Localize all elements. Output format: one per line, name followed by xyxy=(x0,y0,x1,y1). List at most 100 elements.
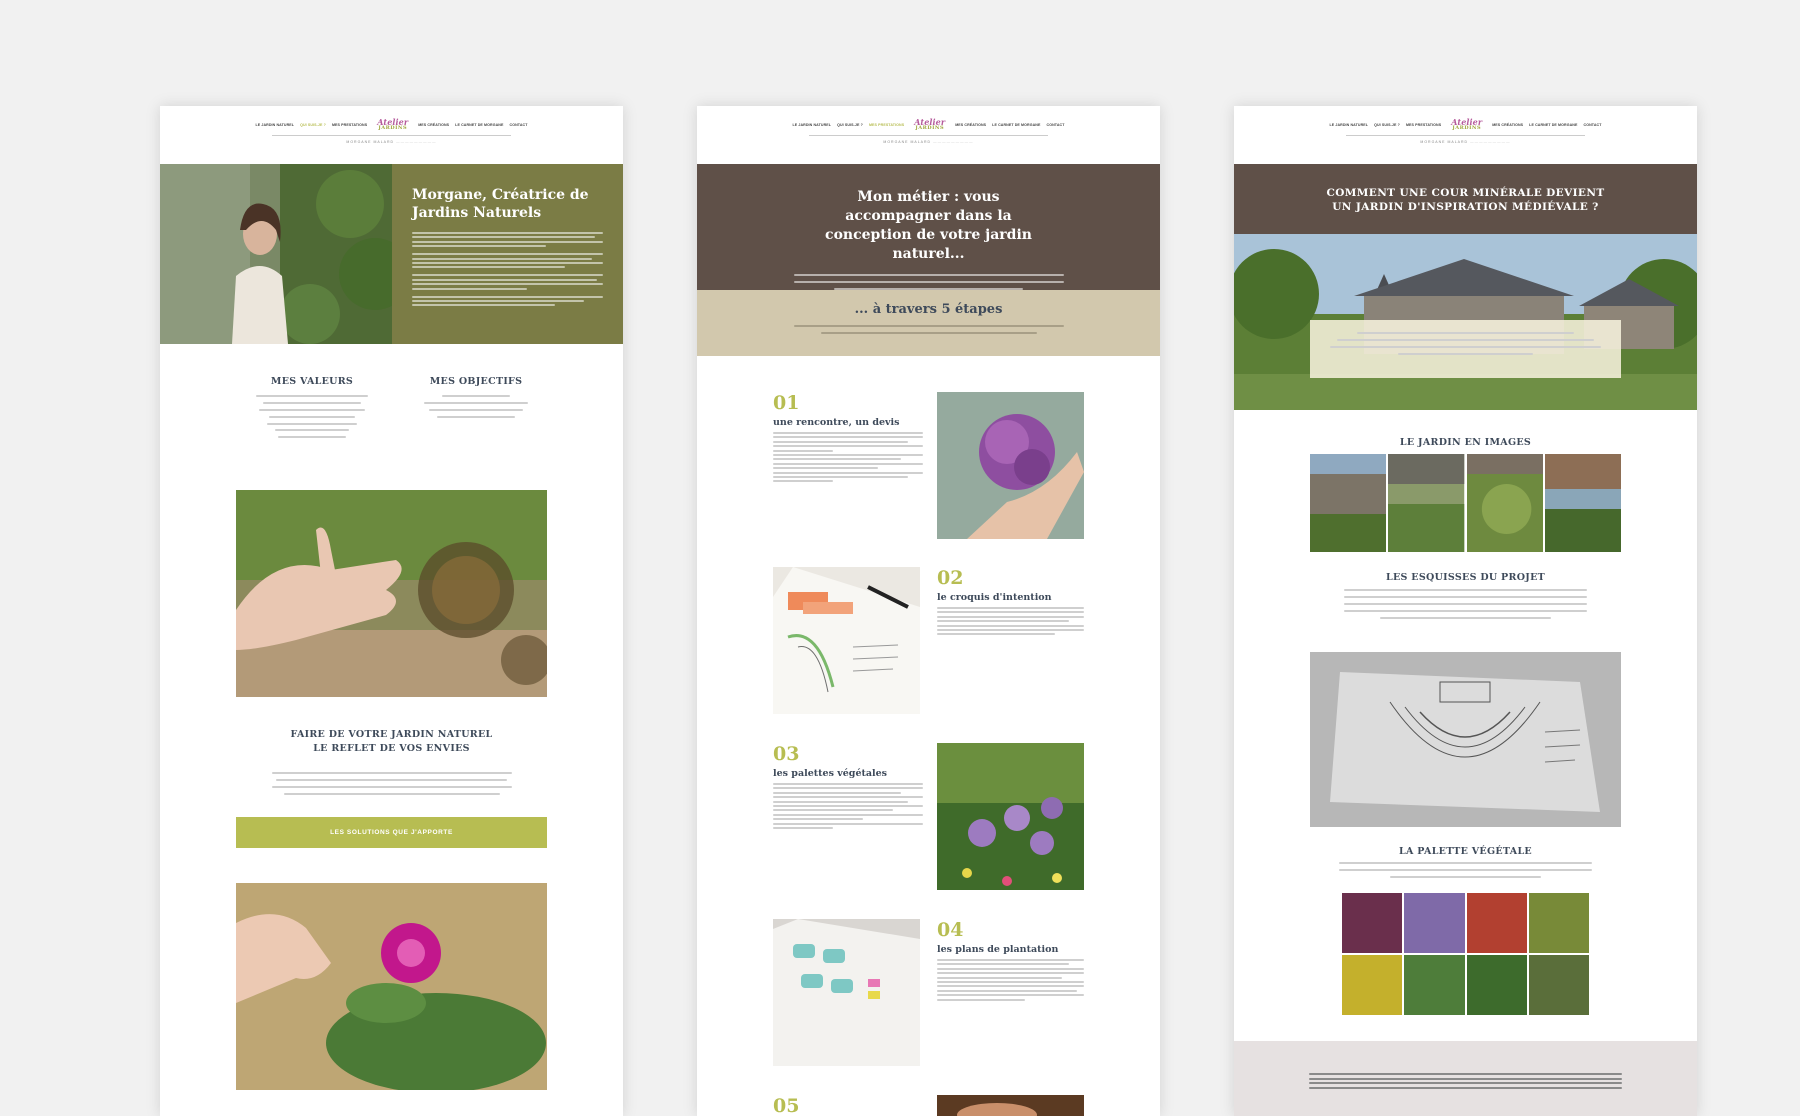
rose-hand-photo xyxy=(236,883,547,1090)
step-number: 01 xyxy=(773,392,800,414)
sketches-heading: LES ESQUISSES DU PROJET xyxy=(1386,572,1545,583)
subtitle-name: MORGANE MALARD xyxy=(346,140,395,144)
nav-link-contact[interactable]: CONTACT xyxy=(1584,123,1602,127)
sketch-photo xyxy=(773,567,920,714)
portrait-photo xyxy=(160,164,392,344)
subtitle-name: MORGANE MALARD xyxy=(1420,140,1469,144)
plant-thumb[interactable] xyxy=(1342,893,1403,953)
solutions-button[interactable]: LES SOLUTIONS QUE J'APPORTE xyxy=(236,817,547,848)
hero-text-panel: Morgane, Créatrice de Jardins Naturels xyxy=(392,164,623,344)
values-list xyxy=(256,393,368,440)
hero-paragraph xyxy=(412,232,603,307)
plant-thumb[interactable] xyxy=(1404,955,1465,1015)
nav-link-prestations[interactable]: MES PRESTATIONS xyxy=(869,123,904,127)
site-logo[interactable]: Atelier JARDINS xyxy=(377,118,408,131)
reflection-section: FAIRE DE VOTRE JARDIN NATUREL LE REFLET … xyxy=(160,729,623,797)
objectives-block: MES OBJECTIFS xyxy=(420,376,532,420)
project-hero-title: COMMENT UNE COUR MINÉRALE DEVIENT UN JAR… xyxy=(1326,187,1605,213)
logo-word: JARDINS xyxy=(915,125,945,131)
site-header: LE JARDIN NATUREL QUI SUIS-JE ? MES PRES… xyxy=(1234,106,1697,164)
objectives-list xyxy=(420,393,532,420)
step-04: 04 les plans de plantation xyxy=(937,919,1084,1003)
plant-thumb[interactable] xyxy=(1466,893,1527,953)
site-logo[interactable]: Atelier JARDINS xyxy=(1451,118,1482,131)
nav-divider xyxy=(809,135,1048,136)
nav-link-creations[interactable]: MES CRÉATIONS xyxy=(418,123,449,127)
logo-word: JARDINS xyxy=(1452,125,1482,131)
nav-link-qui-suis-je[interactable]: QUI SUIS-JE ? xyxy=(837,123,863,127)
nav-link-prestations[interactable]: MES PRESTATIONS xyxy=(1406,123,1441,127)
logo-word: JARDINS xyxy=(378,125,408,131)
nav-link-qui-suis-je[interactable]: QUI SUIS-JE ? xyxy=(1374,123,1400,127)
gallery-heading: LE JARDIN EN IMAGES xyxy=(1399,437,1532,448)
step-text xyxy=(773,432,923,483)
palette-heading: LA PALETTE VÉGÉTALE xyxy=(1399,846,1532,857)
step-number: 02 xyxy=(937,567,964,589)
sketches-text xyxy=(1344,587,1587,621)
page-preview-project: LE JARDIN NATUREL QUI SUIS-JE ? MES PRES… xyxy=(1234,106,1697,1116)
gallery-thumb[interactable] xyxy=(1310,454,1387,552)
step-02: 02 le croquis d'intention xyxy=(937,567,1084,638)
nav-link-creations[interactable]: MES CRÉATIONS xyxy=(1492,123,1523,127)
nav-link-contact[interactable]: CONTACT xyxy=(1047,123,1065,127)
plant-thumb[interactable] xyxy=(1466,955,1527,1015)
nav-link-prestations[interactable]: MES PRESTATIONS xyxy=(332,123,367,127)
seedhead-hand-photo xyxy=(236,490,547,697)
step-title: les plans de plantation xyxy=(937,944,1059,955)
page-preview-services: LE JARDIN NATUREL QUI SUIS-JE ? MES PRES… xyxy=(697,106,1160,1116)
plant-thumb[interactable] xyxy=(1528,955,1589,1015)
gallery-strip xyxy=(1310,454,1621,552)
step-text xyxy=(773,783,923,829)
values-heading: MES VALEURS xyxy=(270,376,354,387)
gallery-thumb[interactable] xyxy=(1466,454,1543,552)
plant-thumb[interactable] xyxy=(1528,893,1589,953)
nav-link-carnet[interactable]: LE CARNET DE MORGANE xyxy=(1529,123,1577,127)
hero-title: Morgane, Créatrice de Jardins Naturels xyxy=(412,187,589,221)
project-hero-band: COMMENT UNE COUR MINÉRALE DEVIENT UN JAR… xyxy=(1234,164,1697,234)
site-subtitle: MORGANE MALARD ————————— xyxy=(1420,140,1511,144)
steps-intro-band: ... à travers 5 étapes xyxy=(697,290,1160,356)
plant-palette-grid xyxy=(1342,893,1589,1015)
project-intro-overlay xyxy=(1310,320,1621,378)
nav-link-carnet[interactable]: LE CARNET DE MORGANE xyxy=(455,123,503,127)
site-header: LE JARDIN NATUREL QUI SUIS-JE ? MES PRES… xyxy=(697,106,1160,164)
allium-photo xyxy=(937,743,1084,890)
step-03: 03 les palettes végétales xyxy=(773,743,923,831)
reflection-heading-line2: LE REFLET DE VOS ENVIES xyxy=(313,743,470,754)
nav-link-qui-suis-je[interactable]: QUI SUIS-JE ? xyxy=(300,123,326,127)
reflection-paragraph xyxy=(271,770,512,797)
nav-link-jardin-naturel[interactable]: LE JARDIN NATUREL xyxy=(1329,123,1368,127)
page-preview-about: LE JARDIN NATUREL QUI SUIS-JE ? MES PRES… xyxy=(160,106,623,1116)
services-hero: Mon métier : vous accompagner dans la co… xyxy=(697,164,1160,290)
palette-text xyxy=(1339,860,1592,880)
main-nav: LE JARDIN NATUREL QUI SUIS-JE ? MES PRES… xyxy=(1234,118,1697,131)
plant-thumb[interactable] xyxy=(1342,955,1403,1015)
step-01: 01 une rencontre, un devis xyxy=(773,392,923,485)
planting-plan-photo xyxy=(773,919,920,1066)
nav-link-contact[interactable]: CONTACT xyxy=(510,123,528,127)
step-title: les palettes végétales xyxy=(773,768,888,779)
step-title: une rencontre, un devis xyxy=(773,417,900,428)
nav-link-jardin-naturel[interactable]: LE JARDIN NATUREL xyxy=(792,123,831,127)
nav-link-creations[interactable]: MES CRÉATIONS xyxy=(955,123,986,127)
project-sketch-image xyxy=(1310,652,1621,827)
subtitle-name: MORGANE MALARD xyxy=(883,140,932,144)
site-header: LE JARDIN NATUREL QUI SUIS-JE ? MES PRES… xyxy=(160,106,623,164)
step-text xyxy=(937,607,1084,636)
site-logo[interactable]: Atelier JARDINS xyxy=(914,118,945,131)
gallery-thumb[interactable] xyxy=(1388,454,1465,552)
plant-thumb[interactable] xyxy=(1404,893,1465,953)
lilac-hand-photo xyxy=(937,392,1084,539)
reflection-heading-line1: FAIRE DE VOTRE JARDIN NATUREL xyxy=(290,729,493,740)
nav-divider xyxy=(272,135,511,136)
steps-intro-title: ... à travers 5 étapes xyxy=(854,302,1003,317)
step-title: le croquis d'intention xyxy=(937,592,1052,603)
nav-link-carnet[interactable]: LE CARNET DE MORGANE xyxy=(992,123,1040,127)
main-nav: LE JARDIN NATUREL QUI SUIS-JE ? MES PRES… xyxy=(697,118,1160,131)
gallery-thumb[interactable] xyxy=(1544,454,1621,552)
step-text xyxy=(937,959,1084,1001)
step-number: 04 xyxy=(937,919,964,941)
main-nav: LE JARDIN NATUREL QUI SUIS-JE ? MES PRES… xyxy=(160,118,623,131)
values-block: MES VALEURS xyxy=(256,376,368,440)
nav-link-jardin-naturel[interactable]: LE JARDIN NATUREL xyxy=(255,123,294,127)
